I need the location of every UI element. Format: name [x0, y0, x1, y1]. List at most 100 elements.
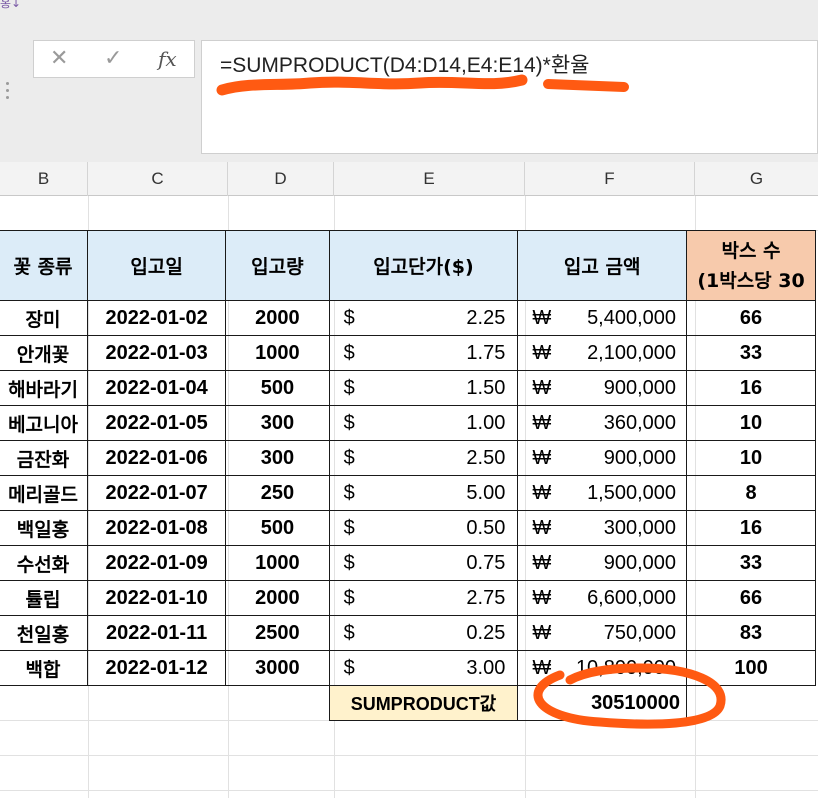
insert-function-icon[interactable]: fx: [158, 47, 177, 71]
cell-date[interactable]: 2022-01-02: [87, 300, 227, 336]
cell-unit-price[interactable]: $5.00: [328, 475, 519, 511]
cell-date[interactable]: 2022-01-06: [87, 440, 227, 476]
drag-handle-icon[interactable]: [6, 82, 10, 102]
cell-flower[interactable]: 수선화: [0, 545, 89, 581]
cell-box-count[interactable]: 33: [686, 545, 816, 581]
column-header-b[interactable]: B: [0, 162, 88, 196]
cell-qty[interactable]: 2500: [225, 615, 330, 651]
cell-flower[interactable]: 백일홍: [0, 510, 89, 546]
cell-box-count[interactable]: 100: [686, 650, 816, 686]
formula-input[interactable]: =SUMPRODUCT(D4:D14,E4:E14)*환율: [201, 40, 818, 154]
cell-date[interactable]: 2022-01-08: [87, 510, 227, 546]
cell-amount[interactable]: ₩900,000: [517, 440, 688, 476]
cell-amount[interactable]: ₩5,400,000: [517, 300, 688, 336]
cell-unit-price[interactable]: $3.00: [328, 650, 519, 686]
dollar-symbol: $: [343, 446, 355, 469]
cell-flower[interactable]: 메리골드: [0, 475, 89, 511]
cell-unit-price[interactable]: $2.50: [328, 440, 519, 476]
header-box-count[interactable]: 박스 수 (1박스당 30: [686, 230, 816, 301]
column-header-c[interactable]: C: [88, 162, 228, 196]
cell-amount[interactable]: ₩1,500,000: [517, 475, 688, 511]
unit-price-value: 1.50: [466, 376, 506, 399]
header-flower[interactable]: 꽃 종류: [0, 230, 89, 301]
sum-value[interactable]: 30510000: [517, 685, 688, 721]
column-header-f[interactable]: F: [525, 162, 695, 196]
cell-box-count[interactable]: 10: [686, 440, 816, 476]
won-symbol: ₩: [532, 376, 552, 399]
cell-box-count[interactable]: 66: [686, 300, 816, 336]
cell-box-count[interactable]: 16: [686, 370, 816, 406]
cell-flower[interactable]: 베고니아: [0, 405, 89, 441]
cell-unit-price[interactable]: $0.75: [328, 545, 519, 581]
cell-amount[interactable]: ₩360,000: [517, 405, 688, 441]
cell-box-count[interactable]: 33: [686, 335, 816, 371]
won-symbol: ₩: [532, 516, 552, 539]
cell-qty[interactable]: 1000: [225, 545, 330, 581]
cell-qty[interactable]: 1000: [225, 335, 330, 371]
cell-qty[interactable]: 2000: [225, 580, 330, 616]
cell-flower[interactable]: 해바라기: [0, 370, 89, 406]
cell-date[interactable]: 2022-01-05: [87, 405, 227, 441]
cell-date[interactable]: 2022-01-11: [87, 615, 227, 651]
amount-value: 10,800,000: [575, 656, 677, 679]
column-header-e[interactable]: E: [334, 162, 525, 196]
cell-amount[interactable]: ₩10,800,000: [517, 650, 688, 686]
cell-amount[interactable]: ₩300,000: [517, 510, 688, 546]
cell-box-count[interactable]: 10: [686, 405, 816, 441]
cell-date[interactable]: 2022-01-04: [87, 370, 227, 406]
cell-box-count[interactable]: 8: [686, 475, 816, 511]
header-qty[interactable]: 입고량: [225, 230, 330, 301]
cell-qty[interactable]: 500: [225, 510, 330, 546]
unit-price-value: 0.25: [466, 621, 506, 644]
cell-amount[interactable]: ₩750,000: [517, 615, 688, 651]
column-header-g[interactable]: G: [695, 162, 818, 196]
amount-value: 900,000: [603, 446, 677, 469]
cell-qty[interactable]: 300: [225, 405, 330, 441]
cell-date[interactable]: 2022-01-10: [87, 580, 227, 616]
formula-text[interactable]: =SUMPRODUCT(D4:D14,E4:E14)*환율: [220, 49, 589, 79]
cell-unit-price[interactable]: $1.50: [328, 370, 519, 406]
dollar-symbol: $: [343, 621, 355, 644]
amount-value: 750,000: [603, 621, 677, 644]
cell-unit-price[interactable]: $0.50: [328, 510, 519, 546]
cell-date[interactable]: 2022-01-09: [87, 545, 227, 581]
cell-unit-price[interactable]: $1.00: [328, 405, 519, 441]
sheet-grid[interactable]: 꽃 종류 입고일 입고량 입고단가($) 입고 금액 박스 수 (1박스당 30…: [0, 196, 818, 798]
cell-amount[interactable]: ₩900,000: [517, 370, 688, 406]
cancel-icon[interactable]: ✕: [50, 46, 68, 71]
dollar-symbol: $: [343, 376, 355, 399]
cell-flower[interactable]: 장미: [0, 300, 89, 336]
cell-flower[interactable]: 안개꽃: [0, 335, 89, 371]
cell-flower[interactable]: 튤립: [0, 580, 89, 616]
cell-unit-price[interactable]: $1.75: [328, 335, 519, 371]
won-symbol: ₩: [532, 621, 552, 644]
cell-flower[interactable]: 금잔화: [0, 440, 89, 476]
table-row: 수선화 2022-01-09 1000 $0.75 ₩900,000 33: [0, 545, 816, 581]
cell-amount[interactable]: ₩2,100,000: [517, 335, 688, 371]
cell-unit-price[interactable]: $0.25: [328, 615, 519, 651]
cell-qty[interactable]: 250: [225, 475, 330, 511]
cell-flower[interactable]: 천일홍: [0, 615, 89, 651]
cell-box-count[interactable]: 83: [686, 615, 816, 651]
cell-amount[interactable]: ₩900,000: [517, 545, 688, 581]
cell-amount[interactable]: ₩6,600,000: [517, 580, 688, 616]
header-date[interactable]: 입고일: [87, 230, 227, 301]
cell-qty[interactable]: 500: [225, 370, 330, 406]
cell-unit-price[interactable]: $2.75: [328, 580, 519, 616]
cell-unit-price[interactable]: $2.25: [328, 300, 519, 336]
cell-date[interactable]: 2022-01-12: [87, 650, 227, 686]
table-header-row: 꽃 종류 입고일 입고량 입고단가($) 입고 금액 박스 수 (1박스당 30: [0, 230, 816, 301]
checkmark-icon[interactable]: ✓: [104, 46, 122, 71]
column-header-d[interactable]: D: [228, 162, 334, 196]
cell-qty[interactable]: 2000: [225, 300, 330, 336]
sum-label[interactable]: SUMPRODUCT값: [328, 685, 519, 721]
cell-qty[interactable]: 3000: [225, 650, 330, 686]
cell-flower[interactable]: 백합: [0, 650, 89, 686]
cell-date[interactable]: 2022-01-03: [87, 335, 227, 371]
header-amount[interactable]: 입고 금액: [517, 230, 688, 301]
cell-qty[interactable]: 300: [225, 440, 330, 476]
cell-box-count[interactable]: 16: [686, 510, 816, 546]
cell-date[interactable]: 2022-01-07: [87, 475, 227, 511]
header-unit-price[interactable]: 입고단가($): [328, 230, 519, 301]
cell-box-count[interactable]: 66: [686, 580, 816, 616]
